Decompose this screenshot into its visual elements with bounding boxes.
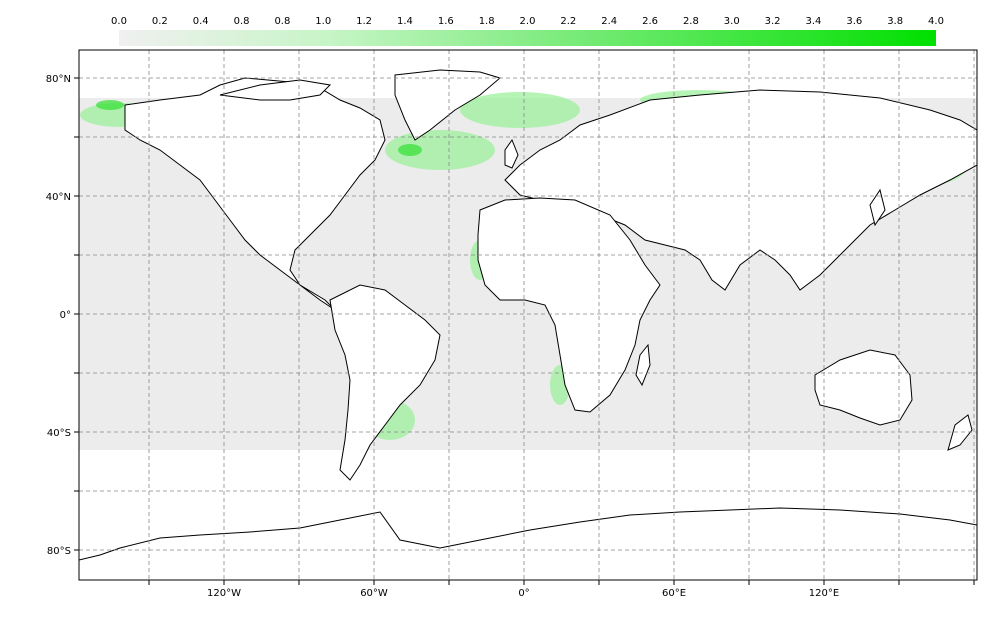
colorbar-tick-label: 1.2 xyxy=(356,16,372,27)
latitude-label: 80°S xyxy=(47,546,71,557)
colorbar-tick-label: 4.0 xyxy=(928,16,944,27)
latitude-label: 80°N xyxy=(46,74,71,85)
colorbar: 0.0 0.2 0.4 0.8 0.8 1.0 1.2 1.4 1.6 1.8 2.0 2.2 2.4 2… xyxy=(111,16,944,46)
colorbar-tick-label: 1.6 xyxy=(438,16,454,27)
longitude-labels: 120°W 60°W 0° 60°E 120°E xyxy=(207,588,839,599)
colorbar-tick-label: 2.8 xyxy=(683,16,699,27)
colorbar-tick-label: 3.2 xyxy=(765,16,781,27)
colorbar-tick-label: 0.0 xyxy=(111,16,127,27)
latitude-labels: 80°N 40°N 0° 40°S 80°S xyxy=(46,74,71,557)
colorbar-tick-label: 2.6 xyxy=(642,16,658,27)
longitude-label: 60°W xyxy=(360,588,388,599)
colorbar-tick-label: 0.4 xyxy=(193,16,209,27)
colorbar-tick-label: 3.4 xyxy=(805,16,821,27)
colorbar-tick-label: 1.8 xyxy=(479,16,495,27)
latitude-label: 40°N xyxy=(46,192,71,203)
colorbar-tick-label: 1.0 xyxy=(315,16,331,27)
colorbar-tick-label: 3.8 xyxy=(887,16,903,27)
ocean-map-figure: 0.0 0.2 0.4 0.8 0.8 1.0 1.2 1.4 1.6 1.8 2.0 2.2 2.4 2… xyxy=(46,16,978,599)
longitude-label: 60°E xyxy=(662,588,686,599)
colorbar-tick-label: 2.0 xyxy=(520,16,536,27)
colorbar-tick-label: 2.2 xyxy=(560,16,576,27)
colorbar-tick-label: 0.2 xyxy=(152,16,168,27)
longitude-label: 120°E xyxy=(809,588,839,599)
colorbar-tick-label: 0.8 xyxy=(234,16,250,27)
longitude-label: 0° xyxy=(518,588,529,599)
colorbar-gradient xyxy=(119,30,936,46)
latitude-label: 40°S xyxy=(47,428,71,439)
latitude-label: 0° xyxy=(60,310,71,321)
colorbar-tick-label: 3.6 xyxy=(846,16,862,27)
longitude-label: 120°W xyxy=(207,588,241,599)
colorbar-tick-label: 1.4 xyxy=(397,16,413,27)
colorbar-tick-label: 2.4 xyxy=(601,16,617,27)
colorbar-tick-label: 3.0 xyxy=(724,16,740,27)
colorbar-tick-label: 0.8 xyxy=(274,16,290,27)
map-panel: 80°N 40°N 0° 40°S 80°S 120°W 60°W 0° 60°E 120°E xyxy=(46,49,978,599)
colorbar-tick-labels: 0.0 0.2 0.4 0.8 0.8 1.0 1.2 1.4 1.6 1.8 2.0 2.2 2.4 2… xyxy=(111,16,944,27)
